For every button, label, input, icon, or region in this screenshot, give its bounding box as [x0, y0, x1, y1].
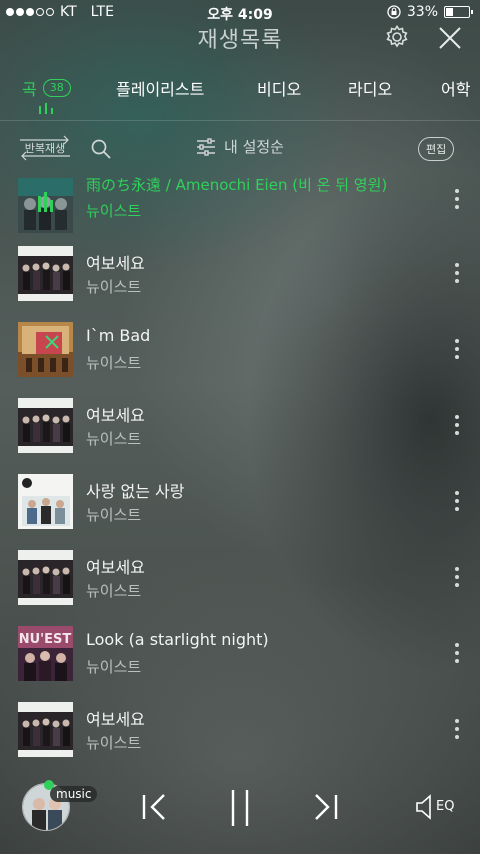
eq-button[interactable]: EQ [414, 792, 460, 822]
tab-radio[interactable]: 라디오 [348, 76, 392, 100]
sort-button[interactable]: 내 설정순 [196, 136, 284, 157]
tab-playlist[interactable]: 플레이리스트 [116, 76, 204, 100]
more-options-icon[interactable] [452, 486, 462, 516]
list-toolbar: 반복재생 내 설정순 편집 [0, 132, 480, 166]
song-title: 雨のち永遠 / Amenochi Eien (비 온 뒤 영원) [86, 176, 388, 194]
song-title: I`m Bad [86, 326, 151, 345]
pause-icon[interactable] [228, 788, 252, 828]
album-art [18, 702, 73, 757]
battery-percent: 33% [406, 4, 438, 20]
more-options-icon[interactable] [452, 562, 462, 592]
album-art [18, 474, 73, 529]
mini-player: music EQ [0, 766, 480, 854]
list-item[interactable]: 雨のち永遠 / Amenochi Eien (비 온 뒤 영원) 뉴이스트 [0, 168, 480, 243]
song-artist: 뉴이스트 [86, 354, 142, 372]
list-item[interactable]: 사랑 없는 사랑 뉴이스트 [0, 464, 480, 539]
list-item[interactable]: 여보세요 뉴이스트 [0, 388, 480, 463]
song-title: 여보세요 [86, 254, 145, 273]
tab-label: 곡 [22, 80, 37, 99]
album-art [18, 246, 73, 301]
song-artist: 뉴이스트 [86, 278, 142, 296]
divider [0, 120, 480, 121]
next-track-icon[interactable] [312, 792, 340, 822]
album-art [18, 322, 73, 377]
search-icon[interactable] [90, 138, 112, 160]
tab-language[interactable]: 어학 [441, 76, 470, 100]
speaker-icon [416, 794, 431, 820]
list-item[interactable]: 여보세요 뉴이스트 [0, 236, 480, 311]
repeat-label: 반복재생 [24, 142, 66, 155]
eq-label: EQ [436, 799, 455, 814]
close-icon[interactable] [438, 26, 462, 50]
song-title: 여보세요 [86, 406, 145, 425]
battery-icon [444, 6, 473, 18]
song-artist: 뉴이스트 [86, 734, 142, 752]
more-options-icon[interactable] [452, 334, 462, 364]
sort-sliders-icon [197, 137, 215, 156]
more-options-icon[interactable] [452, 410, 462, 440]
song-title: Look (a starlight night) [86, 630, 269, 649]
song-artist: 뉴이스트 [86, 582, 142, 600]
song-artist: 뉴이스트 [86, 430, 142, 448]
song-artist: 뉴이스트 [86, 658, 142, 676]
more-options-icon[interactable] [452, 184, 462, 214]
battery-level [446, 8, 454, 16]
tab-songs[interactable]: 곡 38 [22, 76, 71, 100]
tab-bar: 곡 38 플레이리스트 비디오 라디오 어학 [0, 70, 480, 120]
song-title: 여보세요 [86, 558, 145, 577]
repeat-button[interactable]: 반복재생 [18, 134, 72, 162]
rotation-lock-icon [387, 5, 401, 19]
gear-icon[interactable] [384, 24, 410, 50]
music-tag: music [50, 786, 98, 802]
svg-text:NU'EST: NU'EST [19, 632, 72, 647]
list-item[interactable]: 여보세요 뉴이스트 [0, 692, 480, 767]
album-art [18, 398, 73, 453]
song-artist: 뉴이스트 [86, 202, 142, 220]
previous-track-icon[interactable] [140, 792, 168, 822]
more-options-icon[interactable] [452, 258, 462, 288]
song-title: 사랑 없는 사랑 [86, 482, 185, 501]
album-art [18, 550, 73, 605]
tab-video[interactable]: 비디오 [257, 76, 301, 100]
list-item[interactable]: NU'EST Look (a starlight night) 뉴이스트 [0, 616, 480, 691]
more-options-icon[interactable] [452, 714, 462, 744]
sort-label: 내 설정순 [224, 138, 284, 156]
song-count-badge: 38 [42, 79, 71, 97]
album-art: NU'EST [18, 626, 73, 681]
list-item[interactable]: I`m Bad 뉴이스트 [0, 312, 480, 387]
song-artist: 뉴이스트 [86, 506, 142, 524]
song-title: 여보세요 [86, 710, 145, 729]
now-playing-bars-icon [39, 103, 53, 114]
edit-button[interactable]: 편집 [418, 137, 455, 161]
album-art [18, 178, 73, 233]
more-options-icon[interactable] [452, 638, 462, 668]
status-right: 33% [387, 4, 473, 20]
list-item[interactable]: 여보세요 뉴이스트 [0, 540, 480, 615]
